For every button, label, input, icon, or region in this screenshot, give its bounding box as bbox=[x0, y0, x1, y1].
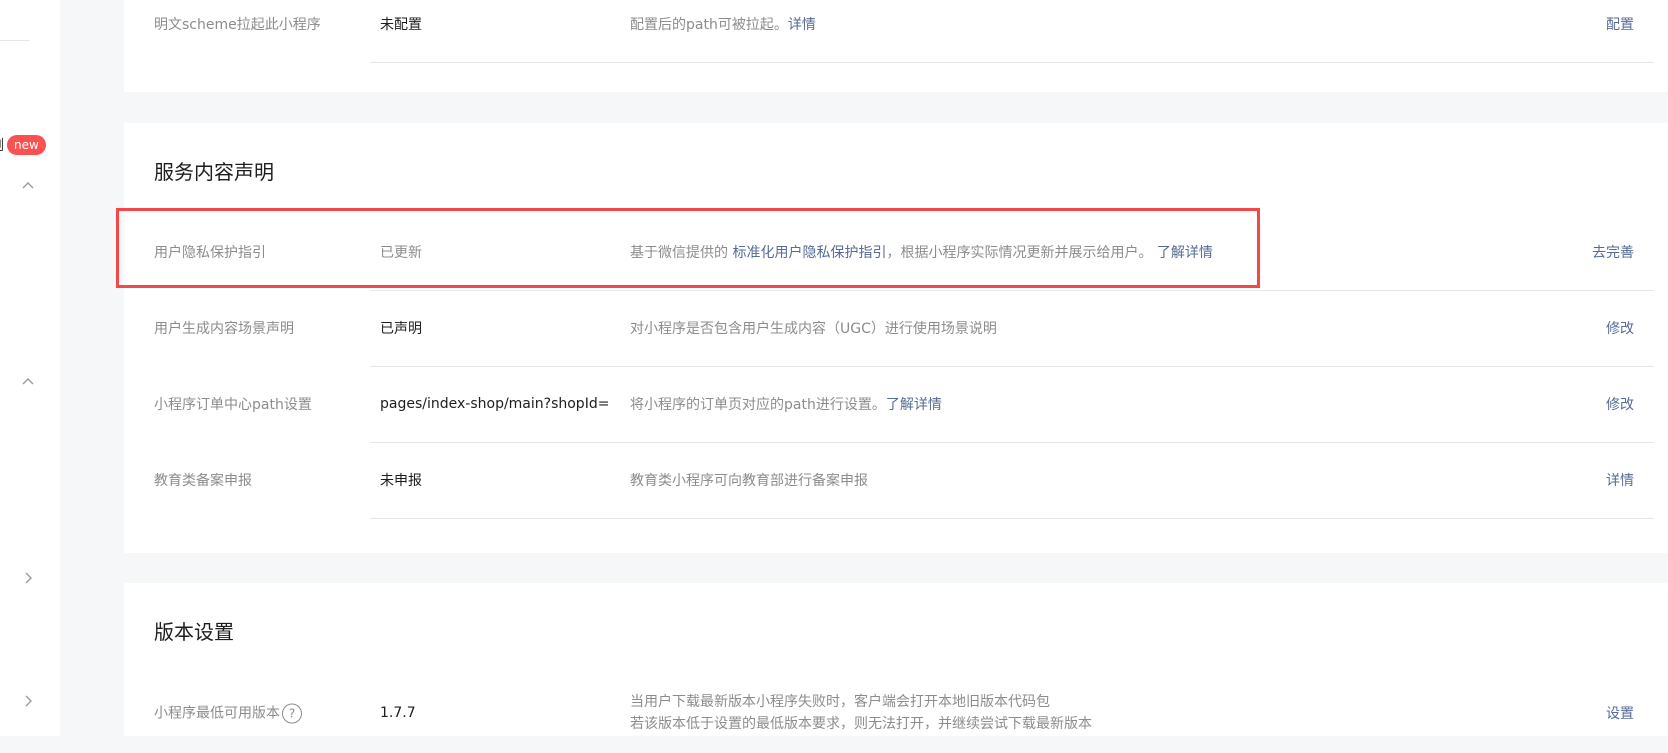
row-description: 教育类小程序可向教育部进行备案申报 bbox=[630, 473, 868, 489]
settings-row-ugc-declaration: 用户生成内容场景声明 已声明 对小程序是否包含用户生成内容（UGC）进行使用场景… bbox=[124, 289, 1668, 367]
version-settings-card: 版本设置 小程序最低可用版本? 1.7.7 当用户下载最新版本小程序失败时，客户… bbox=[124, 583, 1668, 736]
learn-more-link[interactable]: 了解详情 bbox=[886, 397, 942, 413]
row-value: pages/index-shop/main?shopId= bbox=[380, 396, 610, 412]
row-label: 用户生成内容场景声明 bbox=[154, 321, 294, 337]
section-title: 版本设置 bbox=[154, 620, 234, 644]
complete-button[interactable]: 去完善 bbox=[1592, 242, 1634, 262]
row-divider bbox=[370, 518, 1654, 519]
new-badge: new bbox=[7, 135, 46, 155]
row-value: 1.7.7 bbox=[380, 705, 416, 721]
row-description: 配置后的path可被拉起。详情 bbox=[630, 14, 816, 34]
service-content-card: 服务内容声明 用户隐私保护指引 已更新 基于微信提供的 标准化用户隐私保护指引，… bbox=[124, 123, 1668, 553]
settings-row-min-version: 小程序最低可用版本? 1.7.7 当用户下载最新版本小程序失败时，客户端会打开本… bbox=[124, 673, 1668, 753]
details-button[interactable]: 详情 bbox=[1606, 470, 1634, 490]
configure-button[interactable]: 配置 bbox=[1606, 14, 1634, 34]
row-label: 小程序订单中心path设置 bbox=[154, 397, 312, 413]
chevron-up-icon[interactable] bbox=[20, 178, 36, 194]
row-value: 已声明 bbox=[380, 321, 422, 337]
scheme-card: 明文scheme拉起此小程序 未配置 配置后的path可被拉起。详情 配置 bbox=[124, 0, 1668, 92]
row-label: 明文scheme拉起此小程序 bbox=[154, 17, 321, 33]
desc-line-1: 当用户下载最新版本小程序失败时，客户端会打开本地旧版本代码包 bbox=[630, 694, 1050, 710]
row-label: 小程序最低可用版本? bbox=[154, 703, 302, 724]
chevron-right-icon[interactable] bbox=[20, 570, 36, 586]
desc-text: 配置后的path可被拉起。 bbox=[630, 17, 788, 33]
row-description: 当用户下载最新版本小程序失败时，客户端会打开本地旧版本代码包 若该版本低于设置的… bbox=[630, 691, 1092, 735]
modify-button[interactable]: 修改 bbox=[1606, 394, 1634, 414]
chevron-right-icon[interactable] bbox=[20, 693, 36, 709]
left-sidebar: 例 new bbox=[0, 0, 60, 736]
sidebar-clipped-label[interactable]: 例 bbox=[0, 135, 4, 155]
settings-row-scheme: 明文scheme拉起此小程序 未配置 配置后的path可被拉起。详情 配置 bbox=[124, 0, 1668, 63]
row-label-text: 小程序最低可用版本 bbox=[154, 705, 280, 722]
settings-row-order-path: 小程序订单中心path设置 pages/index-shop/main?shop… bbox=[124, 365, 1668, 443]
row-description: 将小程序的订单页对应的path进行设置。了解详情 bbox=[630, 394, 942, 414]
settings-row-education-filing: 教育类备案申报 未申报 教育类小程序可向教育部进行备案申报 详情 bbox=[124, 441, 1668, 519]
chevron-up-icon[interactable] bbox=[20, 374, 36, 390]
row-label: 教育类备案申报 bbox=[154, 473, 252, 489]
row-description: 对小程序是否包含用户生成内容（UGC）进行使用场景说明 bbox=[630, 321, 997, 337]
row-value: 未申报 bbox=[380, 473, 422, 489]
details-link[interactable]: 详情 bbox=[788, 17, 816, 33]
modify-button[interactable]: 修改 bbox=[1606, 318, 1634, 338]
desc-line-2: 若该版本低于设置的最低版本要求，则无法打开，并继续尝试下载最新版本 bbox=[630, 716, 1092, 732]
row-divider bbox=[370, 62, 1654, 63]
help-icon[interactable]: ? bbox=[282, 703, 302, 724]
sidebar-divider bbox=[0, 40, 30, 41]
set-button[interactable]: 设置 bbox=[1606, 703, 1634, 723]
section-title: 服务内容声明 bbox=[154, 160, 274, 184]
highlight-box bbox=[116, 208, 1260, 288]
desc-text: 将小程序的订单页对应的path进行设置。 bbox=[630, 397, 886, 413]
row-value: 未配置 bbox=[380, 17, 422, 33]
